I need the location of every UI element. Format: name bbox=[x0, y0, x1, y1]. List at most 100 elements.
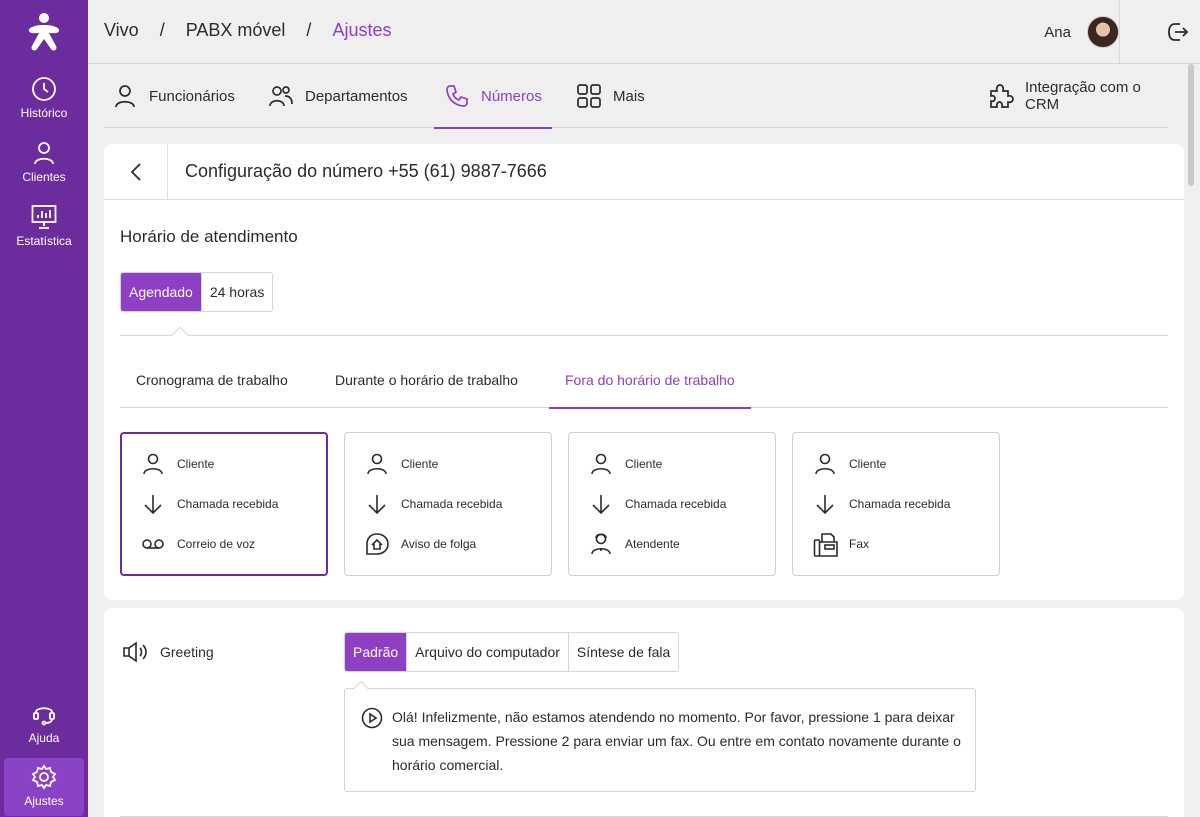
scenario-row-label: Chamada recebida bbox=[401, 497, 503, 511]
tab-label: Números bbox=[481, 87, 542, 105]
arrow-down-icon bbox=[813, 492, 837, 516]
sidebar: Histórico Clientes Estatística Ajuda Aju… bbox=[0, 0, 88, 817]
agent-icon bbox=[589, 532, 613, 556]
greeting-option-arquivo[interactable]: Arquivo do computador bbox=[406, 633, 568, 671]
sidebar-item-clientes[interactable]: Clientes bbox=[4, 134, 84, 192]
tab-numeros[interactable]: Números bbox=[434, 64, 552, 129]
tab-departamentos[interactable]: Departamentos bbox=[268, 64, 408, 128]
scenario-row-label: Chamada recebida bbox=[625, 497, 727, 511]
crm-integration-link[interactable]: Integração com o CRM bbox=[988, 64, 1168, 128]
scenario-row-label: Fax bbox=[849, 537, 870, 551]
sidebar-item-ajuda[interactable]: Ajuda bbox=[4, 695, 84, 753]
user-menu[interactable]: Ana bbox=[1044, 16, 1119, 48]
scenario-row-label: Cliente bbox=[849, 457, 887, 471]
person-icon bbox=[365, 452, 389, 476]
tab-cronograma[interactable]: Cronograma de trabalho bbox=[136, 352, 288, 408]
sidebar-item-label: Ajustes bbox=[24, 794, 64, 808]
person-icon bbox=[589, 452, 613, 476]
grid-icon bbox=[576, 83, 602, 109]
mode-option-agendado[interactable]: Agendado bbox=[121, 273, 201, 311]
mode-option-24h[interactable]: 24 horas bbox=[200, 273, 272, 311]
scenario-row: Aviso de folga bbox=[365, 532, 476, 556]
scenario-row: Cliente bbox=[813, 452, 886, 476]
fax-icon bbox=[813, 532, 838, 557]
clock-icon bbox=[31, 76, 57, 102]
breadcrumb-separator: / bbox=[159, 20, 165, 40]
gear-icon bbox=[31, 764, 57, 790]
scenario-row: Chamada recebida bbox=[365, 492, 502, 516]
chat-home-icon bbox=[365, 532, 389, 556]
sub-navigation: Funcionários Departamentos Números Mais … bbox=[104, 64, 1168, 129]
crm-label: Integração com o CRM bbox=[1025, 79, 1141, 113]
scenario-row: Cliente bbox=[589, 452, 662, 476]
scenario-row-label: Atendente bbox=[625, 537, 680, 551]
sidebar-item-historico[interactable]: Histórico bbox=[4, 70, 84, 128]
tab-fora-horario[interactable]: Fora do horário de trabalho bbox=[549, 352, 751, 409]
number-config-card: Configuração do número +55 (61) 9887-766… bbox=[104, 144, 1184, 600]
scenario-row: Cliente bbox=[141, 452, 214, 476]
tab-label: Mais bbox=[613, 87, 645, 105]
tab-label: Funcionários bbox=[149, 87, 235, 105]
scenario-card-attendant[interactable]: Cliente Chamada recebida Atendente bbox=[568, 432, 776, 576]
scenario-card-voicemail[interactable]: Cliente Chamada recebida Correio de voz bbox=[120, 432, 328, 576]
person-icon bbox=[813, 452, 837, 476]
person-icon bbox=[141, 452, 165, 476]
scenario-row: Fax bbox=[813, 532, 870, 557]
scenario-row-label: Chamada recebida bbox=[849, 497, 951, 511]
scenario-row-label: Cliente bbox=[625, 457, 663, 471]
arrow-down-icon bbox=[365, 492, 389, 516]
breadcrumb-item-current: Ajustes bbox=[332, 20, 392, 40]
scenario-card-fax[interactable]: Cliente Chamada recebida Fax bbox=[792, 432, 1000, 576]
greeting-message-text: Olá! Infelizmente, não estamos atendendo… bbox=[392, 709, 961, 773]
play-icon[interactable] bbox=[361, 707, 383, 729]
phone-icon bbox=[444, 83, 470, 109]
voicemail-icon bbox=[141, 532, 165, 556]
greeting-label: Greeting bbox=[160, 644, 214, 660]
breadcrumb-item-pabx[interactable]: PABX móvel bbox=[186, 20, 286, 41]
speaker-icon bbox=[122, 640, 150, 664]
tab-funcionarios[interactable]: Funcionários bbox=[112, 64, 235, 128]
scenario-row: Atendente bbox=[589, 532, 680, 556]
puzzle-icon bbox=[988, 83, 1014, 109]
tab-mais[interactable]: Mais bbox=[576, 64, 645, 128]
arrow-down-icon bbox=[589, 492, 613, 516]
selection-pointer bbox=[171, 326, 189, 344]
schedule-mode-toggle: Agendado 24 horas bbox=[120, 272, 274, 312]
scenario-row: Cliente bbox=[365, 452, 438, 476]
scenario-row: Chamada recebida bbox=[813, 492, 950, 516]
sidebar-item-estatistica[interactable]: Estatística bbox=[4, 198, 84, 256]
vivo-logo[interactable] bbox=[26, 12, 62, 52]
person-icon bbox=[31, 140, 57, 166]
page-title: Configuração do número +55 (61) 9887-766… bbox=[185, 161, 547, 181]
greeting-option-sintese[interactable]: Síntese de fala bbox=[567, 633, 678, 671]
avatar[interactable] bbox=[1087, 16, 1119, 48]
user-name: Ana bbox=[1044, 23, 1071, 41]
scenario-row: Chamada recebida bbox=[589, 492, 726, 516]
people-icon bbox=[268, 83, 294, 109]
scenario-row-label: Chamada recebida bbox=[177, 497, 279, 511]
sidebar-item-label: Clientes bbox=[22, 170, 66, 184]
breadcrumb: Vivo / PABX móvel / Ajustes bbox=[104, 20, 391, 41]
sidebar-item-label: Estatística bbox=[16, 234, 72, 248]
sidebar-item-label: Ajuda bbox=[28, 731, 60, 745]
breadcrumb-item-vivo[interactable]: Vivo bbox=[104, 20, 139, 41]
chevron-left-icon bbox=[130, 163, 141, 181]
scenario-row: Correio de voz bbox=[141, 532, 255, 556]
scrollbar[interactable] bbox=[1188, 64, 1194, 186]
chart-monitor-icon bbox=[31, 204, 57, 230]
tab-durante-horario[interactable]: Durante o horário de trabalho bbox=[335, 352, 518, 408]
back-button[interactable] bbox=[104, 144, 168, 200]
top-header: Vivo / PABX móvel / Ajustes Ana bbox=[88, 0, 1200, 64]
section-title: Horário de atendimento bbox=[120, 227, 298, 246]
scenario-row-label: Aviso de folga bbox=[401, 537, 477, 551]
sidebar-item-ajustes[interactable]: Ajustes bbox=[4, 758, 84, 816]
scenario-row-label: Cliente bbox=[177, 457, 215, 471]
scenario-card-day-off[interactable]: Cliente Chamada recebida Aviso de folga bbox=[344, 432, 552, 576]
headset-icon bbox=[31, 701, 57, 727]
scenario-row: Chamada recebida bbox=[141, 492, 278, 516]
greeting-option-padrao[interactable]: Padrão bbox=[345, 633, 407, 671]
card-header: Configuração do número +55 (61) 9887-766… bbox=[104, 144, 1184, 200]
scenario-row-label: Correio de voz bbox=[177, 537, 256, 551]
schedule-tabs: Cronograma de trabalho Durante o horário… bbox=[120, 352, 1168, 409]
logout-icon[interactable] bbox=[1166, 20, 1190, 44]
